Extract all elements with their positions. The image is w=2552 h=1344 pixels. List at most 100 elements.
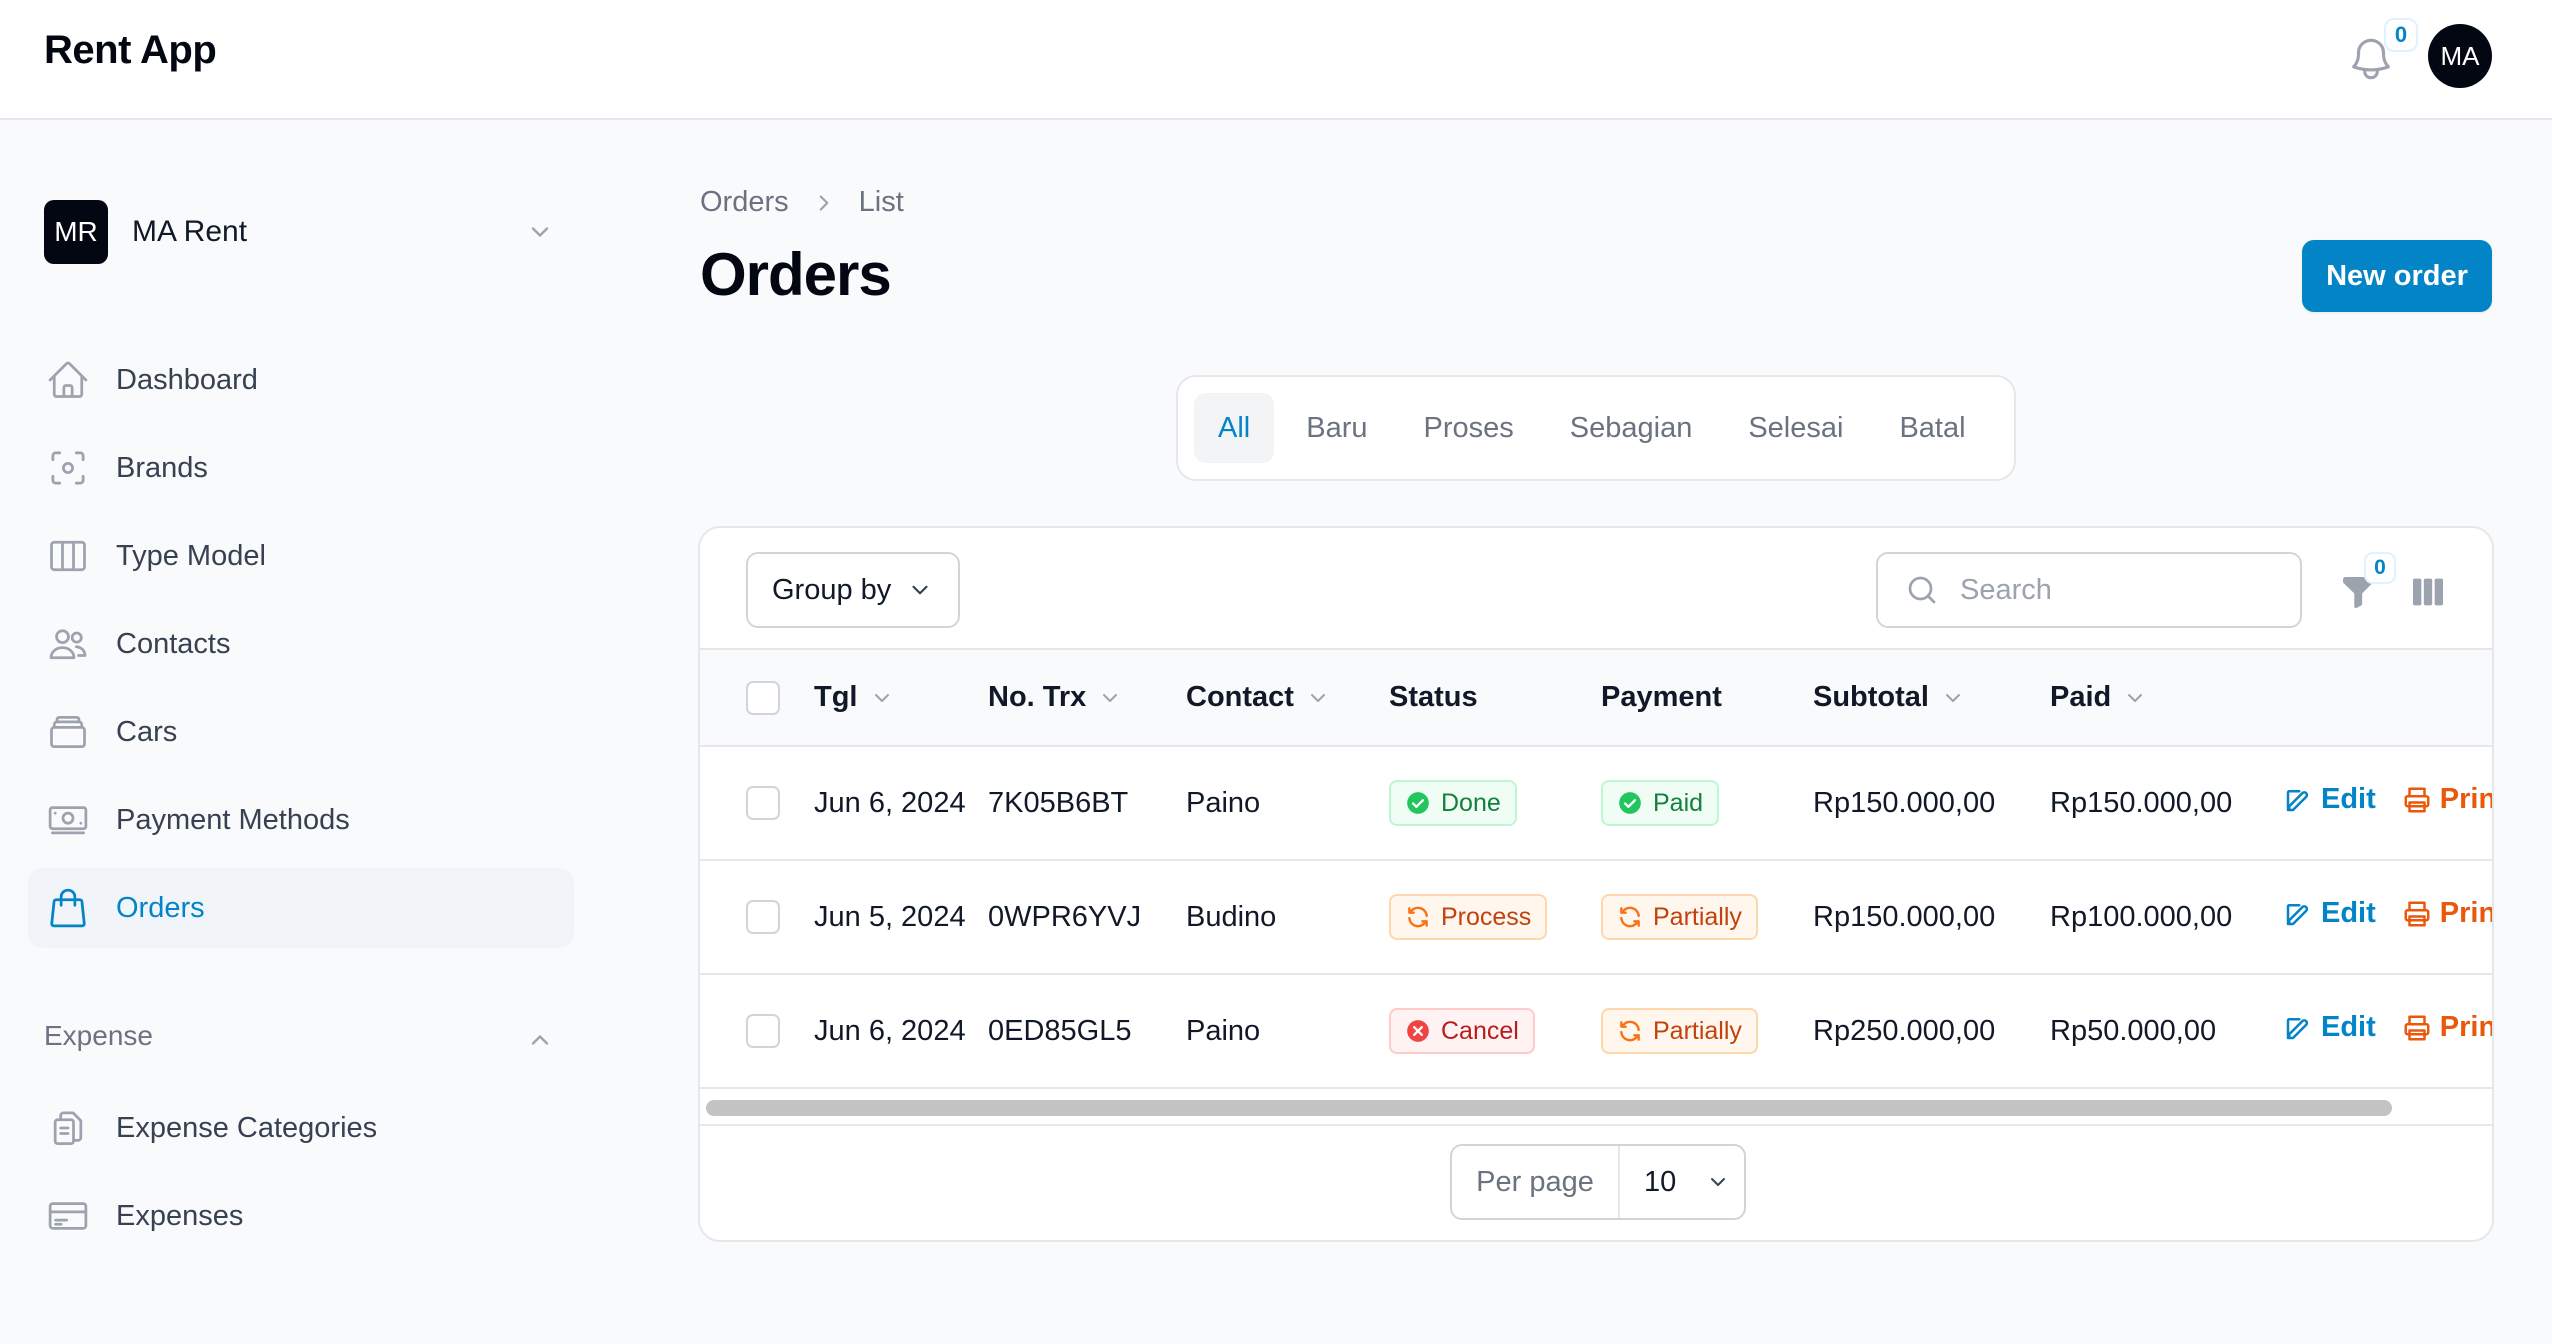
payment-badge: Partially [1601, 1008, 1758, 1054]
search-input[interactable] [1960, 573, 2280, 607]
table-row[interactable]: Jun 5, 2024 0WPR6YVJ Budino Process Part… [700, 860, 2492, 974]
table-row[interactable]: Jun 6, 2024 0ED85GL5 Paino Cancel Partia… [700, 974, 2492, 1088]
new-order-button[interactable]: New order [2302, 240, 2492, 312]
sidebar-nav-expense: Expense Categories Expenses [28, 1088, 574, 1264]
x-circle-icon [1407, 1020, 1429, 1042]
brands-icon [51, 451, 85, 485]
sidebar-item-payment-methods[interactable]: Payment Methods [28, 780, 574, 860]
tab-selesai[interactable]: Selesai [1724, 393, 1867, 463]
cell-contact: Paino [1186, 786, 1261, 819]
chevron-right-icon [819, 194, 828, 211]
cell-payment: Paid [1601, 746, 1813, 860]
column-label: Contact [1186, 681, 1294, 713]
group-by-button[interactable]: Group by [746, 552, 960, 628]
orders-table-card: Group by 0 Tgl No. Trx Contact Status Pa… [698, 526, 2494, 1242]
chevron-down-icon [912, 585, 928, 595]
sidebar-item-brands[interactable]: Brands [28, 428, 574, 508]
credit-card-icon [48, 1202, 88, 1230]
page-title: Orders [700, 241, 892, 308]
per-page-select[interactable]: 10 [1620, 1146, 1744, 1218]
breadcrumb-parent[interactable]: Orders [700, 186, 789, 219]
group-by-label: Group by [772, 573, 892, 606]
cell-paid: Rp150.000,00 [2050, 786, 2233, 819]
columns-toggle-icon[interactable] [2408, 572, 2448, 612]
breadcrumb: Orders List [700, 186, 904, 219]
table-toolbar: Group by 0 [700, 528, 2492, 650]
sidebar-item-contacts[interactable]: Contacts [28, 604, 574, 684]
sidebar-item-label: Payment Methods [116, 803, 350, 836]
column-header-tgl[interactable]: Tgl [780, 650, 988, 746]
payment-label: Paid [1653, 788, 1704, 817]
clipboard-icon [53, 1111, 83, 1145]
cell-paid: Rp50.000,00 [2050, 1014, 2217, 1047]
tab-proses[interactable]: Proses [1400, 393, 1538, 463]
cell-status: Done [1389, 746, 1601, 860]
status-badge: Done [1389, 780, 1517, 826]
cell-payment: Partially [1601, 860, 1813, 974]
sidebar-item-type-model[interactable]: Type Model [28, 516, 574, 596]
print-button[interactable]: Print [2402, 897, 2492, 930]
column-label: Payment [1601, 681, 1722, 713]
cell-payment: Partially [1601, 974, 1813, 1088]
status-label: Done [1441, 788, 1501, 817]
cell-trx: 0ED85GL5 [988, 1014, 1132, 1047]
print-label: Print [2439, 783, 2492, 816]
print-button[interactable]: Print [2402, 783, 2492, 816]
sidebar-item-dashboard[interactable]: Dashboard [28, 340, 574, 420]
sidebar-item-expenses[interactable]: Expenses [28, 1176, 574, 1256]
chevron-down-icon [1711, 1178, 1726, 1186]
cell-tgl: Jun 6, 2024 [814, 786, 966, 819]
column-label: Subtotal [1813, 681, 1929, 713]
user-avatar[interactable]: MA [2428, 24, 2492, 88]
edit-button[interactable]: Edit [2283, 1011, 2376, 1044]
row-checkbox[interactable] [746, 786, 780, 821]
cell-status: Cancel [1389, 974, 1601, 1088]
refresh-icon [1620, 906, 1640, 928]
cell-subtotal: Rp150.000,00 [1813, 900, 1996, 933]
cell-trx: 7K05B6BT [988, 786, 1129, 819]
print-label: Print [2439, 897, 2492, 930]
column-header-contact[interactable]: Contact [1186, 650, 1389, 746]
search-box [1876, 552, 2302, 628]
sidebar-item-expense-categories[interactable]: Expense Categories [28, 1088, 574, 1168]
column-label: Status [1389, 681, 1478, 713]
column-header-paid[interactable]: Paid [2050, 650, 2283, 746]
column-label: Paid [2050, 681, 2112, 713]
horizontal-scrollbar[interactable] [706, 1100, 2392, 1116]
row-checkbox[interactable] [746, 900, 780, 935]
sidebar-item-label: Contacts [116, 627, 231, 660]
cell-actions: Edit Print [2283, 860, 2492, 974]
table-row[interactable]: Jun 6, 2024 7K05B6BT Paino Done Paid Rp1… [700, 746, 2492, 860]
cell-contact: Paino [1186, 1014, 1261, 1047]
cell-contact: Budino [1186, 900, 1277, 933]
print-button[interactable]: Print [2402, 1011, 2492, 1044]
row-checkbox[interactable] [746, 1014, 780, 1049]
tab-batal[interactable]: Batal [1875, 393, 1989, 463]
chevron-down-icon [531, 227, 549, 237]
status-label: Process [1441, 902, 1532, 931]
tab-baru[interactable]: Baru [1282, 393, 1391, 463]
tenant-name: MA Rent [132, 215, 248, 248]
column-header-subtotal[interactable]: Subtotal [1813, 650, 2050, 746]
per-page-value: 10 [1644, 1165, 1677, 1198]
breadcrumb-current: List [858, 186, 904, 218]
sidebar-item-orders[interactable]: Orders [28, 868, 574, 948]
sidebar-group-expense[interactable]: Expense [44, 1020, 554, 1060]
cell-trx: 0WPR6YVJ [988, 900, 1142, 933]
chevron-down-icon [874, 694, 889, 703]
printer-icon [2404, 1015, 2430, 1041]
cell-status: Process [1389, 860, 1601, 974]
tab-all[interactable]: All [1194, 393, 1275, 463]
sidebar-item-label: Orders [116, 891, 205, 924]
app-title[interactable]: Rent App [44, 28, 217, 73]
columns-icon [50, 540, 86, 572]
tab-sebagian[interactable]: Sebagian [1546, 393, 1717, 463]
sidebar-item-cars[interactable]: Cars [28, 692, 574, 772]
payment-badge: Paid [1601, 780, 1720, 826]
edit-button[interactable]: Edit [2283, 783, 2376, 816]
divider [700, 1124, 2492, 1126]
tenant-switcher[interactable]: MR MA Rent [44, 200, 554, 264]
edit-button[interactable]: Edit [2283, 897, 2376, 930]
column-header-no-trx[interactable]: No. Trx [988, 650, 1186, 746]
select-all-checkbox[interactable] [746, 680, 780, 715]
